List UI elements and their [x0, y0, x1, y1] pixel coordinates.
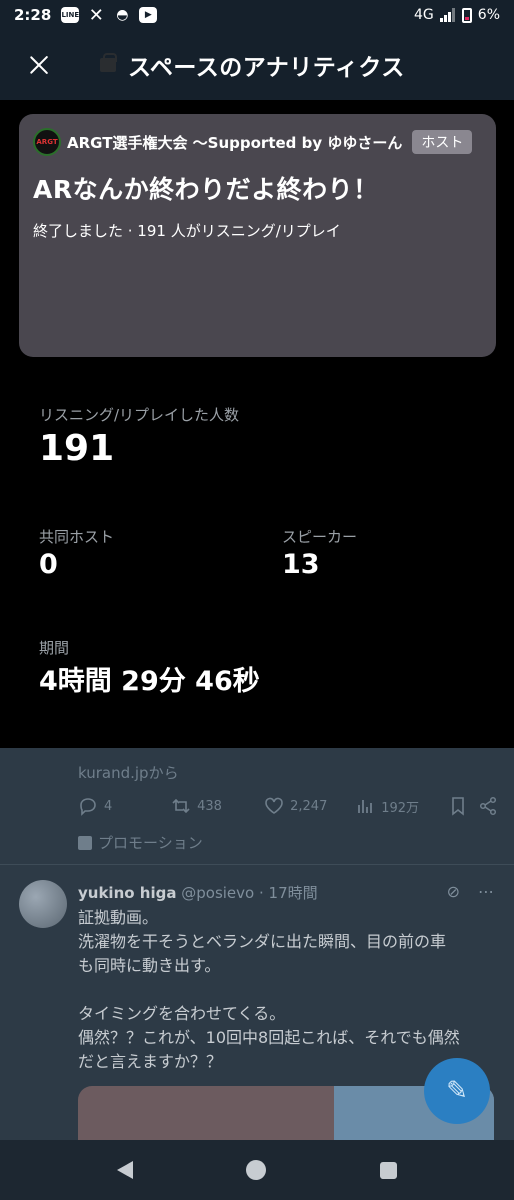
views-button[interactable]: 192万: [355, 796, 448, 816]
tweet-line: [78, 978, 498, 1002]
promotion-icon: [78, 835, 92, 850]
signal-icon: [439, 8, 456, 22]
promotion-text: プロモーション: [98, 834, 203, 852]
speakers-value: 13: [282, 549, 320, 580]
ad-source: kurand.jpから: [78, 764, 179, 782]
compose-button[interactable]: ✎: [424, 1058, 490, 1124]
line-icon: LINE: [61, 7, 80, 23]
status-time: 2:28: [14, 6, 52, 24]
space-status: 終了しました · 191 人がリスニング/リプレイ: [33, 222, 341, 240]
like-count: 2,247: [290, 798, 328, 814]
retweet-icon: [172, 798, 190, 814]
close-icon[interactable]: [26, 52, 52, 78]
share-icon: [479, 796, 497, 816]
battery-level: 6%: [477, 7, 500, 23]
tweet-line: 証拠動画。: [78, 908, 159, 927]
avatar[interactable]: [19, 880, 67, 928]
more-icon[interactable]: ⋯: [478, 882, 494, 901]
retweet-count: 438: [197, 798, 222, 814]
incognito-icon: ◓: [116, 7, 129, 23]
back-icon[interactable]: [116, 1161, 133, 1179]
tweet-header: yukino higa @posievo · 17時間: [78, 882, 318, 903]
compose-icon: ✎: [446, 1076, 468, 1106]
space-name: ARGT選手権大会 〜Supported by ゆゆさーん: [67, 133, 403, 152]
network-type: 4G: [414, 7, 434, 23]
listeners-value: 191: [39, 428, 115, 469]
youtube-icon: ▶: [139, 7, 158, 23]
duration-value: 4時間 29分 46秒: [39, 666, 260, 697]
space-title: ARなんか終わりだよ終わり！: [33, 175, 379, 204]
host-badge: ホスト: [412, 130, 473, 154]
battery-icon: [461, 7, 472, 23]
promotion-label: プロモーション: [78, 832, 203, 853]
home-icon[interactable]: [246, 1160, 267, 1180]
tweet-text: 証拠動画。 洗濯物を干そうとベランダに出た瞬間、目の前の車 も同時に動き出す。 …: [78, 906, 498, 1074]
bookmark-icon: [452, 797, 465, 816]
reply-button[interactable]: 4: [78, 796, 171, 816]
host-avatar: ARGT: [33, 128, 61, 156]
space-card: ARGT ARGT選手権大会 〜Supported by ゆゆさーん ホスト A…: [19, 114, 496, 357]
like-button[interactable]: 2,247: [264, 796, 355, 816]
tweet-line: タイミングを合わせてくる。: [78, 1004, 286, 1023]
views-icon: [358, 800, 373, 813]
divider: [0, 864, 514, 865]
bookmark-button[interactable]: [448, 796, 478, 816]
tweet-time: · 17時間: [259, 884, 318, 902]
cohosts-label: 共同ホスト: [39, 528, 115, 546]
grok-icon[interactable]: ⊘: [447, 882, 460, 901]
tweet-actions: 4 438 2,247 192万: [78, 796, 498, 816]
author-handle: @posievo: [181, 884, 255, 902]
share-button[interactable]: [478, 796, 498, 816]
system-nav-bar: [0, 1140, 514, 1200]
retweet-button[interactable]: 438: [171, 796, 264, 816]
tweet-menu: ⊘ ⋯: [447, 882, 494, 901]
tweet-line: 洗濯物を干そうとベランダに出た瞬間、目の前の車: [78, 932, 447, 951]
cohosts-value: 0: [39, 549, 58, 580]
tweet-line: 偶然？？これが、10回中8回起これば、それでも偶然: [78, 1028, 460, 1047]
listeners-label: リスニング/リプレイした人数: [39, 406, 240, 424]
lock-icon: [100, 53, 117, 72]
heart-icon: [265, 797, 283, 814]
status-bar: 2:28 LINE ✕ ◓ ▶ 4G 6%: [0, 0, 514, 30]
views-count: 192万: [381, 800, 420, 816]
reply-count: 4: [104, 798, 113, 814]
reply-icon: [80, 798, 96, 816]
author-name[interactable]: yukino higa: [78, 884, 176, 902]
speakers-label: スピーカー: [282, 528, 358, 546]
recents-icon[interactable]: [380, 1161, 398, 1179]
analytics-header: スペースのアナリティクス: [0, 30, 514, 100]
x-icon: ✕: [88, 4, 104, 26]
duration-label: 期間: [39, 639, 70, 657]
tweet-line: も同時に動き出す。: [78, 956, 221, 975]
page-title: スペースのアナリティクス: [128, 55, 405, 81]
